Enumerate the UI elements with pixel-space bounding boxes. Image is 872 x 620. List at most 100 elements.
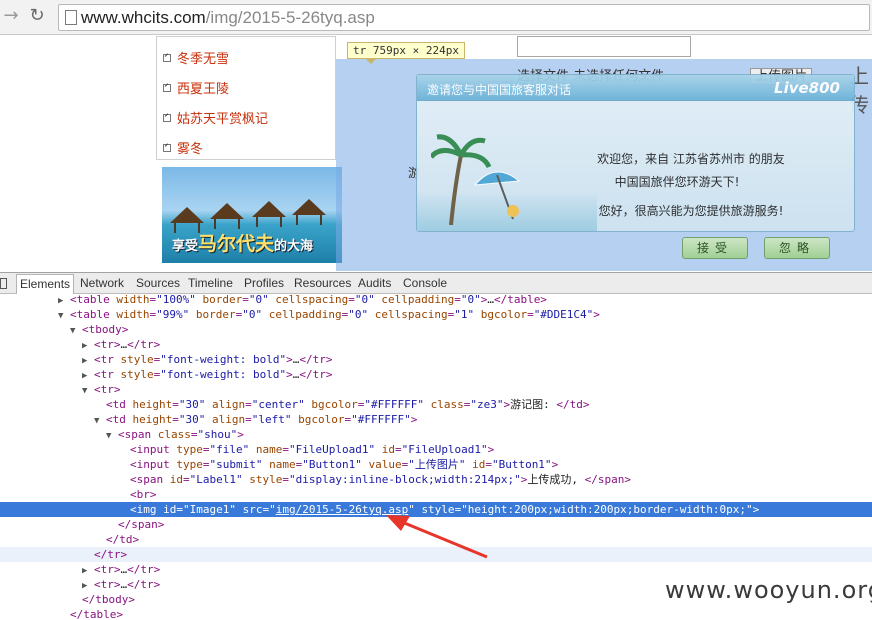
dom-node[interactable]: <span id="Label1" style="display:inline-… — [0, 472, 872, 487]
code-tag: > — [410, 413, 418, 426]
nav-link-label: 冬季无雪 — [177, 52, 230, 67]
nav-link[interactable]: 西夏王陵 — [163, 78, 229, 98]
url-text[interactable]: www.whcits.com/img/2015-5-26tyq.asp — [81, 8, 375, 28]
code-tag: > — [286, 353, 293, 366]
code-attr: id — [472, 458, 486, 471]
code-tag: > — [752, 503, 760, 516]
maldives-ad-banner[interactable]: 享受马尔代夫的大海 — [162, 167, 342, 263]
code-txt: 游记图: — [510, 398, 557, 411]
left-nav: 冬季无雪 西夏王陵 姑苏天平赏枫记 雾冬 — [156, 36, 336, 160]
tab-resources[interactable]: Resources — [294, 276, 351, 290]
tab-sources[interactable]: Sources — [136, 276, 180, 290]
code-tag — [205, 398, 212, 411]
screenshot-root: → ↻ www.whcits.com/img/2015-5-26tyq.asp … — [0, 0, 872, 620]
code-attr: id — [163, 503, 177, 516]
code-val: "上传图片" — [408, 458, 466, 471]
bullet-icon — [163, 144, 171, 152]
code-tag: = — [172, 398, 179, 411]
dom-node[interactable]: ▼ <span class="shou"> — [0, 427, 872, 442]
code-tag: <tr> — [94, 563, 121, 576]
dom-node[interactable]: ▼ <tr> — [0, 382, 872, 397]
text-input-box[interactable] — [517, 36, 691, 57]
code-val: "99%" — [156, 308, 190, 321]
dom-node[interactable]: <input type="file" name="FileUpload1" id… — [0, 442, 872, 457]
code-val: "0" — [242, 308, 263, 321]
code-tag: <span — [130, 473, 170, 486]
code-tag: > — [551, 458, 559, 471]
code-tag: = — [348, 294, 355, 306]
code-tag: = — [485, 458, 492, 471]
elements-dom-tree[interactable]: ▶ <table width="100%" border="0" cellspac… — [0, 294, 872, 620]
tab-console[interactable]: Console — [403, 276, 447, 290]
dom-node[interactable]: ▶ <tr style="font-weight: bold">…</tr> — [0, 352, 872, 367]
ignore-button[interactable]: 忽略 — [764, 237, 830, 259]
code-attr: id — [381, 443, 395, 456]
dom-node[interactable]: <br> — [0, 487, 872, 502]
code-tag — [368, 308, 375, 321]
nav-link[interactable]: 雾冬 — [163, 138, 203, 158]
bullet-icon — [163, 54, 171, 62]
code-tag: > — [593, 308, 600, 321]
dom-node[interactable]: </td> — [0, 532, 872, 547]
code-attr: cellspacing — [275, 294, 349, 306]
tab-network[interactable]: Network — [80, 276, 124, 290]
code-tag — [375, 443, 382, 456]
code-attr: name — [269, 458, 296, 471]
element-size-tooltip: tr 759px × 224px — [347, 42, 465, 64]
code-tag: = — [245, 398, 252, 411]
code-attr: value — [368, 458, 402, 471]
code-attr: align — [212, 398, 246, 411]
back-arrow-icon[interactable]: → — [0, 5, 22, 27]
code-tag: > — [487, 443, 495, 456]
code-tag: </tr> — [94, 548, 128, 561]
dom-node[interactable]: </tr> — [0, 547, 872, 562]
live800-chat-popup[interactable]: 邀请您与中国国旅客服对话 Live800 欢迎您，来自 江苏省苏州市 的朋友 中… — [416, 74, 855, 259]
code-attr: style — [421, 503, 455, 516]
dom-node[interactable]: </table> — [0, 607, 872, 620]
dom-node[interactable]: ▼ <tbody> — [0, 322, 872, 337]
code-attr: type — [176, 458, 203, 471]
dom-node[interactable]: </span> — [0, 517, 872, 532]
code-val: "100%" — [156, 294, 196, 306]
code-tag: = — [282, 473, 289, 486]
dom-node[interactable]: ▶ <tr>…</tr> — [0, 562, 872, 577]
code-tag: </tr> — [127, 338, 161, 351]
dom-node[interactable]: ▼ <td height="30" align="left" bgcolor="#… — [0, 412, 872, 427]
dom-node[interactable]: <input type="submit" name="Button1" valu… — [0, 457, 872, 472]
code-tag: </span> — [584, 473, 632, 486]
tab-elements[interactable]: Elements — [16, 274, 75, 295]
tab-timeline[interactable]: Timeline — [188, 276, 233, 290]
hut-stilts — [214, 219, 240, 229]
code-val: "left" — [251, 413, 292, 426]
code-txt: … — [487, 294, 494, 306]
code-tag: = — [394, 443, 402, 456]
code-tag: <input — [130, 458, 177, 471]
code-val: "0" — [348, 308, 369, 321]
reload-icon[interactable]: ↻ — [26, 5, 48, 27]
code-tag: = — [172, 413, 179, 426]
dom-node[interactable]: ▶ <tr style="font-weight: bold">…</tr> — [0, 367, 872, 382]
dom-node-selected[interactable]: <img id="Image1" src="img/2015-5-26tyq.a… — [0, 502, 872, 517]
palm-umbrella-illustration — [431, 134, 521, 225]
code-tag: </table> — [70, 608, 123, 620]
page-viewport: 冬季无雪 西夏王陵 姑苏天平赏枫记 雾冬 享受马尔代夫的大海 选择文件 未选择任… — [0, 36, 872, 271]
code-attr: cellspacing — [374, 308, 448, 321]
dom-node[interactable]: <td height="30" align="center" bgcolor="… — [0, 397, 872, 412]
code-tag — [189, 308, 196, 321]
nav-link[interactable]: 姑苏天平赏枫记 — [163, 108, 268, 128]
accept-button[interactable]: 接受 — [682, 237, 748, 259]
tab-profiles[interactable]: Profiles — [244, 276, 284, 290]
nav-link[interactable]: 冬季无雪 — [163, 48, 229, 68]
banner-caption-big: 马尔代夫 — [198, 233, 275, 255]
dock-icon[interactable] — [0, 278, 7, 289]
code-tag: > — [286, 368, 293, 381]
dom-node[interactable]: ▼ <table width="99%" border="0" cellpaddi… — [0, 307, 872, 322]
code-val: "center" — [251, 398, 305, 411]
code-tag: = — [183, 473, 190, 486]
address-bar[interactable]: www.whcits.com/img/2015-5-26tyq.asp — [58, 4, 870, 31]
dom-node[interactable]: ▶ <tr>…</tr> — [0, 337, 872, 352]
src-link[interactable]: img/2015-5-26tyq.asp — [276, 503, 408, 516]
dom-node[interactable]: ▶ <table width="100%" border="0" cellspac… — [0, 294, 872, 307]
tab-audits[interactable]: Audits — [358, 276, 391, 290]
code-val: "submit" — [209, 458, 263, 471]
